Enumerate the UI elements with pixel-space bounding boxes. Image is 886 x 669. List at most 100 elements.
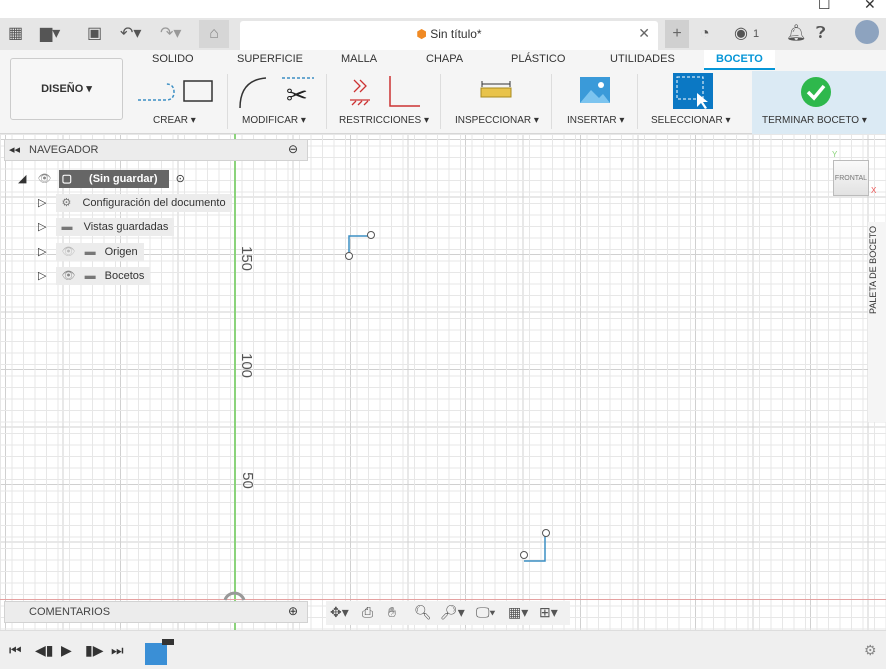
line-tool-icon[interactable] [136,78,216,106]
finish-check-icon[interactable] [800,76,832,108]
sketch-palette-collapsed[interactable]: PALETA DE BOCETO [868,222,886,422]
step-forward-icon[interactable]: ▮▶ [85,642,103,659]
comments-panel-header[interactable]: COMENTARIOS ⊕ [4,601,308,623]
group-modificar[interactable]: MODIFICAR ▾ [242,115,306,126]
sync-icon[interactable]: ◔ [700,23,710,45]
orbit-icon[interactable]: ✥▾ [330,604,349,621]
display-settings-icon[interactable]: 🖵︎▾ [476,604,495,621]
timeline-bar: ⏮ ◀▮ ▶ ▮▶ ⏭ ⚙ [0,630,886,669]
fit-icon[interactable]: 🔎︎▾ [440,604,465,621]
tab-malla[interactable]: MALLA [341,53,377,65]
navigator-title: NAVEGADOR [29,144,99,156]
view-cube[interactable]: FRONTAL [833,160,869,196]
folder-icon: ▬ [61,221,73,233]
tree-item-label: Configuración del documento [82,197,226,209]
zoom-icon[interactable]: 🔍︎ [414,604,432,621]
axis-label-100: 100 [238,352,256,379]
view-cube-label: FRONTAL [834,175,868,182]
constraint-icon[interactable] [348,74,428,110]
tree-item-saved-views[interactable]: ▷ ▬ Vistas guardadas [38,218,175,236]
document-title: Sin título* [430,27,482,41]
close-window-button[interactable]: ✕ [864,0,876,13]
navigator-panel-header[interactable]: ◂◂ NAVEGADOR ⊖ [4,139,308,161]
tree-item-label: Origen [104,246,138,258]
tree-item-config[interactable]: ▷ ⚙ Configuración del documento [38,194,232,212]
navigator-pin-icon[interactable]: ⊖ [288,142,298,156]
hidden-eye-icon[interactable]: 👁︎ [62,246,76,258]
trim-tool-icon[interactable]: ✂ [236,74,316,110]
tree-item-label: Bocetos [104,270,145,282]
group-restricciones[interactable]: RESTRICCIONES ▾ [339,115,429,126]
viewports-icon[interactable]: ⊞▾ [539,604,558,621]
navigation-bar: ✥▾ ⎙ ✋︎ 🔍︎ 🔎︎▾ 🖵︎▾ ▦▾ ⊞▾ [326,601,570,625]
measure-icon[interactable] [480,80,512,100]
root-component-label: (Sin guardar) [89,173,158,185]
go-to-end-icon[interactable]: ⏭ [111,642,124,659]
collapse-triangle-icon[interactable]: ◢ [18,173,26,185]
help-icon[interactable]: ❓︎ [816,23,826,45]
redo-icon[interactable]: ↷▾ [160,23,181,45]
finish-sketch-group[interactable]: TERMINAR BOCETO ▾ [752,71,886,134]
expand-triangle-icon[interactable]: ▷ [38,246,46,258]
notifications-icon[interactable]: 🔔︎ [786,23,806,45]
tab-chapa[interactable]: CHAPA [426,53,463,65]
window-titlebar: ☐ ✕ [0,0,886,18]
pan-hand-icon[interactable]: ✋︎ [388,604,396,621]
tree-item-sketches[interactable]: ▷ 👁︎ ▬ Bocetos [38,267,151,285]
expand-triangle-icon[interactable]: ▷ [38,221,46,233]
expand-triangle-icon[interactable]: ▷ [38,197,46,209]
tab-utilidades[interactable]: UTILIDADES [610,53,675,65]
visibility-eye-icon[interactable]: 👁︎ [38,173,52,185]
jobs-count: 1 [753,28,760,40]
avatar[interactable] [855,20,879,44]
document-tab[interactable]: ⬢ Sin título* ✕ [240,21,658,50]
folder-icon: ▬ [84,246,96,258]
group-terminar-boceto[interactable]: TERMINAR BOCETO ▾ [762,115,867,126]
component-icon: ▢ [61,173,72,185]
group-inspeccionar[interactable]: INSPECCIONAR ▾ [455,115,539,126]
select-box-icon[interactable] [673,73,715,111]
file-menu-icon[interactable]: ▆▾ [40,23,60,45]
add-tab-button[interactable]: + [665,20,689,48]
svg-text:✂: ✂ [286,81,308,110]
visibility-eye-icon[interactable]: 👁︎ [62,270,76,282]
timeline-settings-icon[interactable]: ⚙ [864,642,877,659]
activate-radio-icon[interactable]: ⊙ [176,173,185,185]
group-crear[interactable]: CREAR ▾ [153,115,196,126]
document-cube-icon: ⬢ [416,27,427,41]
gear-icon: ⚙ [61,197,72,209]
group-seleccionar[interactable]: SELECCIONAR ▾ [651,115,730,126]
expand-triangle-icon[interactable]: ▷ [38,270,46,282]
undo-icon[interactable]: ↶▾ [120,23,141,45]
insert-image-icon[interactable] [579,76,611,104]
design-workspace-button[interactable]: DISEÑO ▾ [10,58,123,120]
tree-item-origin[interactable]: ▷ 👁︎ ▬ Origen [38,243,144,261]
look-at-icon[interactable]: ⎙ [362,604,373,621]
y-axis-indicator-icon: Y [832,150,838,159]
step-back-icon[interactable]: ◀▮ [35,642,53,659]
tab-superficie[interactable]: SUPERFICIE [237,53,303,65]
add-comment-icon[interactable]: ⊕ [288,604,298,618]
comments-title: COMENTARIOS [29,606,111,618]
tree-root[interactable]: ◢ 👁︎ ▢ (Sin guardar) ⊙ [18,170,185,188]
tab-boceto[interactable]: BOCETO [704,50,775,70]
collapse-panel-icon[interactable]: ◂◂ [9,143,20,156]
grid-settings-icon[interactable]: ▦▾ [508,604,528,621]
axis-label-150: 150 [238,245,256,272]
timeline-sketch-feature[interactable] [145,643,167,665]
tab-plastico[interactable]: PLÁSTICO [511,53,565,65]
folder-icon: ▬ [84,270,96,282]
tree-item-label: Vistas guardadas [83,221,169,233]
ribbon-toolbar: SOLIDO SUPERFICIE MALLA CHAPA PLÁSTICO U… [0,50,886,134]
home-icon[interactable]: ⌂ [199,20,229,48]
app-grid-icon[interactable]: ▦ [8,23,23,45]
go-to-start-icon[interactable]: ⏮ [9,642,22,659]
close-tab-icon[interactable]: ✕ [638,25,650,42]
jobs-icon[interactable]: ◉ [734,23,748,45]
timeline-marker[interactable] [162,639,174,645]
play-icon[interactable]: ▶ [61,642,72,659]
tab-solido[interactable]: SOLIDO [152,53,194,65]
save-icon[interactable]: ▣ [87,23,102,45]
maximize-button[interactable]: ☐ [818,0,831,13]
group-insertar[interactable]: INSERTAR ▾ [567,115,624,126]
